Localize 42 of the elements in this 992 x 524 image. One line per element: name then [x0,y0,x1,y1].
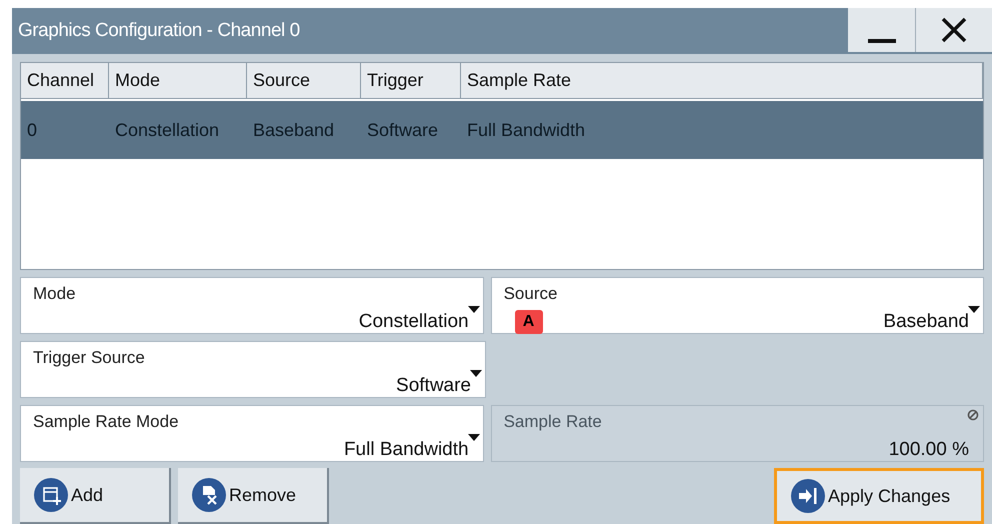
column-header[interactable]: Sample Rate [461,63,983,98]
source-badge: A [514,310,543,334]
dropdown-field[interactable]: Mode Constellation [20,277,484,334]
field-label: Trigger Source [33,347,145,369]
add-window-icon [34,478,68,512]
dropdown-field[interactable]: Source A Baseband [490,277,984,334]
table-cell-text: Constellation [114,118,220,142]
table-cell-text: Baseband [252,118,336,142]
column-header[interactable]: Source [247,63,361,98]
field-value: 100.00 % [888,438,970,462]
dropdown-field[interactable]: Trigger Source Software [20,341,486,398]
dropdown-caret-icon [468,434,480,441]
field-label: Source [504,283,558,305]
dropdown-caret-icon [468,306,480,313]
table-cell-text: 0 [26,118,38,142]
window-title: Graphics Configuration - Channel 0 [18,18,300,43]
minimize-button[interactable] [848,8,916,52]
field-label: Sample Rate Mode [33,411,179,433]
table-cell-text: Full Bandwidth [466,118,586,142]
field-label: Mode [33,283,76,305]
apply-button[interactable]: Apply Changes [774,468,984,524]
field-label: Sample Rate [504,411,602,433]
close-icon [941,17,967,43]
add-button[interactable]: Add [20,468,171,524]
dropdown-caret-icon [470,370,482,377]
column-header[interactable]: Mode [109,63,247,98]
dropdown-field[interactable]: Sample Rate Mode Full Bandwidth [20,405,484,462]
field-value: Software [396,374,472,398]
table-cell-text: Software [366,118,440,142]
column-header[interactable]: Trigger [361,63,461,98]
minimize-icon [868,39,896,43]
dropdown-caret-icon [968,306,980,313]
column-header[interactable]: Channel [21,63,109,98]
remove-button[interactable]: Remove [178,468,329,524]
arrow-right-icon [791,479,825,513]
document-x-icon [192,478,226,512]
close-button[interactable] [916,8,992,52]
disabled-icon [967,409,979,421]
field-value: Constellation [358,310,470,334]
table-row[interactable]: 0 Constellation Baseband Software Full Bandwidth [21,101,983,159]
field-value: Baseband [883,310,970,334]
field-value: Full Bandwidth [344,438,470,462]
